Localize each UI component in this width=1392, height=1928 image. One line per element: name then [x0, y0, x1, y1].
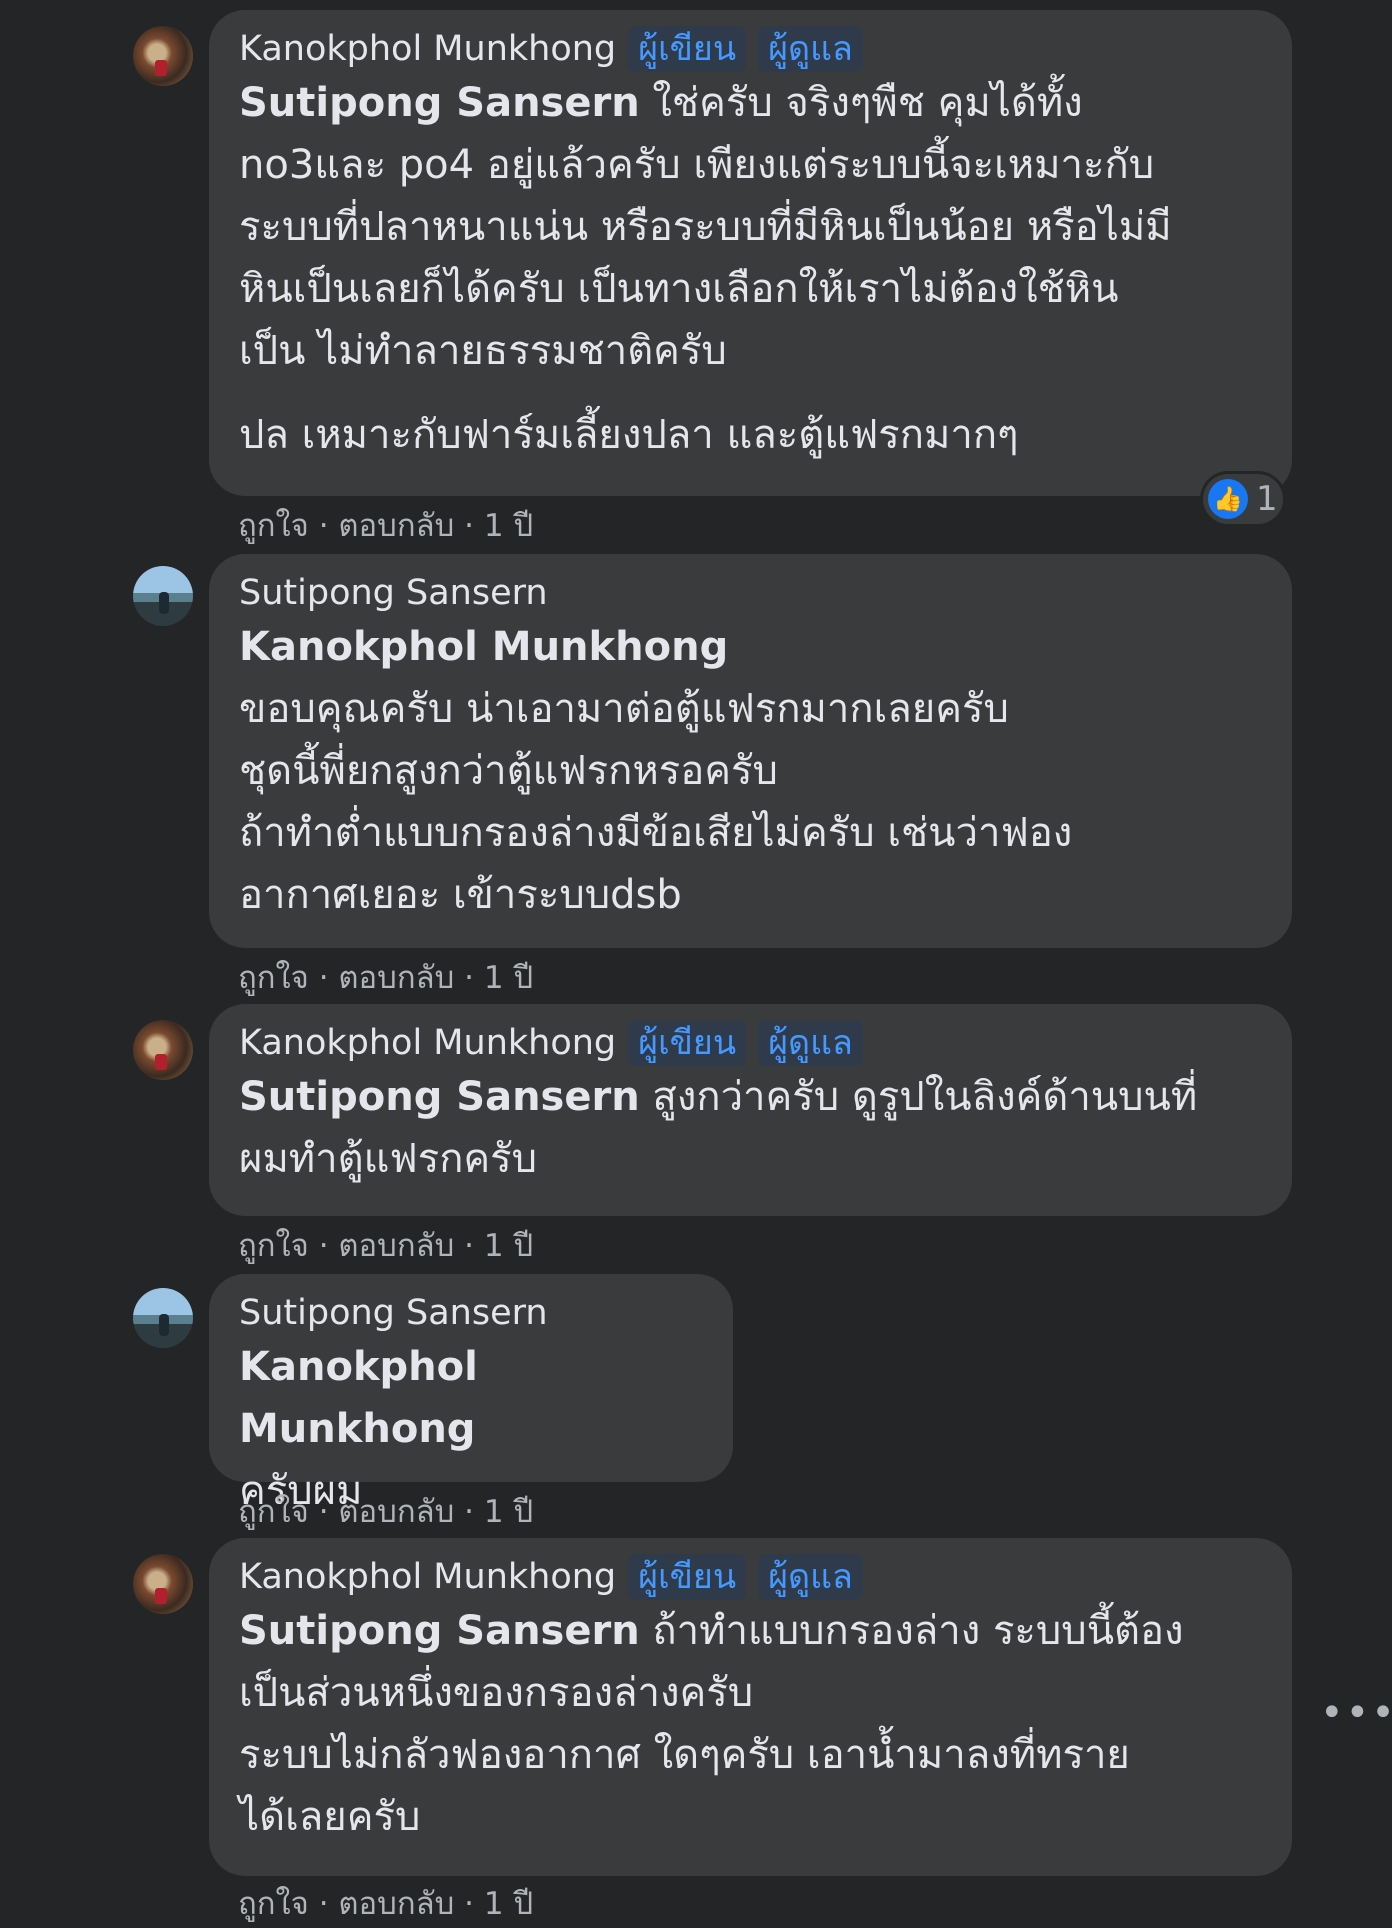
- comment-bubble: Sutipong Sansern Kanokphol Munkhong ขอบค…: [209, 554, 1292, 948]
- comment-text: ขอบคุณครับ น่าเอามาต่อตู้แฟรกมากเลยครับ …: [239, 686, 1073, 918]
- comment-actions: ถูกใจ · ตอบกลับ · 1 ปี: [238, 1228, 534, 1264]
- mention-link[interactable]: Sutipong Sansern: [239, 1608, 640, 1654]
- avatar[interactable]: [133, 1288, 193, 1348]
- comment-author[interactable]: Kanokphol Munkhong: [239, 29, 616, 69]
- comment-time[interactable]: 1 ปี: [484, 1886, 533, 1922]
- author-badge: ผู้เขียน: [628, 1020, 747, 1066]
- comment-time[interactable]: 1 ปี: [484, 1494, 533, 1530]
- comment-author[interactable]: Sutipong Sansern: [239, 1293, 548, 1333]
- like-button[interactable]: ถูกใจ: [238, 960, 309, 996]
- comment-bubble: Sutipong Sansern Kanokphol Munkhong ครับ…: [209, 1274, 733, 1514]
- more-options-icon[interactable]: •••: [1320, 1690, 1392, 1736]
- comment-bubble: Kanokphol Munkhong ผู้เขียน ผู้ดูแล Suti…: [209, 1004, 1292, 1216]
- comment-actions: ถูกใจ · ตอบกลับ · 1 ปี: [238, 1886, 534, 1922]
- admin-badge: ผู้ดูแล: [758, 1554, 863, 1600]
- comment-time[interactable]: 1 ปี: [484, 1228, 533, 1264]
- like-button[interactable]: ถูกใจ: [238, 1494, 309, 1530]
- comment-actions: ถูกใจ · ตอบกลับ · 1 ปี: [238, 960, 534, 996]
- admin-badge: ผู้ดูแล: [758, 1020, 863, 1066]
- mention-link[interactable]: Sutipong Sansern: [239, 1074, 640, 1120]
- author-badge: ผู้เขียน: [628, 1554, 747, 1600]
- like-reaction-icon: 👍: [1208, 479, 1248, 519]
- reaction-count: 1: [1256, 479, 1278, 519]
- avatar[interactable]: [133, 26, 193, 86]
- mention-link[interactable]: Kanokphol Munkhong: [239, 616, 1262, 678]
- mention-link[interactable]: Kanokphol Munkhong: [239, 1336, 703, 1460]
- comment-text: Sutipong Sansern ใช่ครับ จริงๆพืช คุมได้…: [239, 80, 1172, 374]
- comment-text: Sutipong Sansern ถ้าทำแบบกรองล่าง ระบบนี…: [239, 1608, 1184, 1840]
- reply-button[interactable]: ตอบกลับ: [338, 960, 454, 996]
- reply-button[interactable]: ตอบกลับ: [338, 1886, 454, 1922]
- reply-button[interactable]: ตอบกลับ: [338, 1228, 454, 1264]
- comment-actions: ถูกใจ · ตอบกลับ · 1 ปี: [238, 508, 534, 544]
- reply-button[interactable]: ตอบกลับ: [338, 1494, 454, 1530]
- comment-text: Sutipong Sansern สูงกว่าครับ ดูรูปในลิงค…: [239, 1074, 1198, 1182]
- comment-bubble: Kanokphol Munkhong ผู้เขียน ผู้ดูแล Suti…: [209, 1538, 1292, 1876]
- like-button[interactable]: ถูกใจ: [238, 508, 309, 544]
- comment-actions: ถูกใจ · ตอบกลับ · 1 ปี: [238, 1494, 534, 1530]
- avatar[interactable]: [133, 566, 193, 626]
- comment-time[interactable]: 1 ปี: [484, 508, 533, 544]
- like-button[interactable]: ถูกใจ: [238, 1886, 309, 1922]
- comment-author[interactable]: Kanokphol Munkhong: [239, 1557, 616, 1597]
- comment-author[interactable]: Kanokphol Munkhong: [239, 1023, 616, 1063]
- author-badge: ผู้เขียน: [628, 26, 747, 72]
- comment-bubble: Kanokphol Munkhong ผู้เขียน ผู้ดูแล Suti…: [209, 10, 1292, 496]
- avatar[interactable]: [133, 1020, 193, 1080]
- admin-badge: ผู้ดูแล: [758, 26, 863, 72]
- reaction-summary[interactable]: 👍 1: [1203, 474, 1283, 524]
- avatar[interactable]: [133, 1554, 193, 1614]
- reply-button[interactable]: ตอบกลับ: [338, 508, 454, 544]
- comment-text-ps: ปล เหมาะกับฟาร์มเลี้ยงปลา และตู้แฟรกมากๆ: [239, 412, 1019, 458]
- mention-link[interactable]: Sutipong Sansern: [239, 80, 640, 126]
- comment-time[interactable]: 1 ปี: [484, 960, 533, 996]
- like-button[interactable]: ถูกใจ: [238, 1228, 309, 1264]
- comment-author[interactable]: Sutipong Sansern: [239, 573, 548, 613]
